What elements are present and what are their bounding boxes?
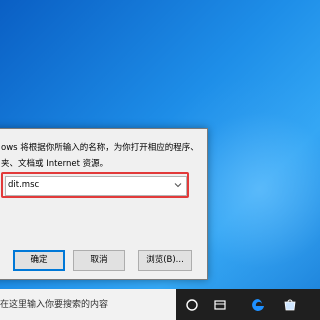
- open-field-highlight: [1, 172, 189, 198]
- taskbar-search-box[interactable]: 在这里输入你要搜索的内容: [0, 289, 176, 320]
- cancel-button[interactable]: 取消: [73, 250, 125, 271]
- edge-icon[interactable]: [250, 297, 266, 313]
- run-description-line1: ows 将根据你所输入的名称，为你打开相应的程序、: [1, 143, 199, 153]
- run-dialog: ows 将根据你所输入的名称，为你打开相应的程序、 夹、文档或 Internet…: [0, 128, 208, 280]
- taskbar: 在这里输入你要搜索的内容: [0, 289, 320, 320]
- folder-icon[interactable]: [212, 297, 228, 313]
- browse-button[interactable]: 浏览(B)...: [138, 250, 192, 271]
- store-icon[interactable]: [282, 297, 298, 313]
- taskbar-search-text: 在这里输入你要搜索的内容: [0, 300, 109, 310]
- run-description-line2: 夹、文档或 Internet 资源。: [1, 159, 109, 169]
- ok-button[interactable]: 确定: [13, 250, 65, 271]
- desktop: ows 将根据你所输入的名称，为你打开相应的程序、 夹、文档或 Internet…: [0, 0, 320, 320]
- task-view-icon[interactable]: [184, 297, 200, 313]
